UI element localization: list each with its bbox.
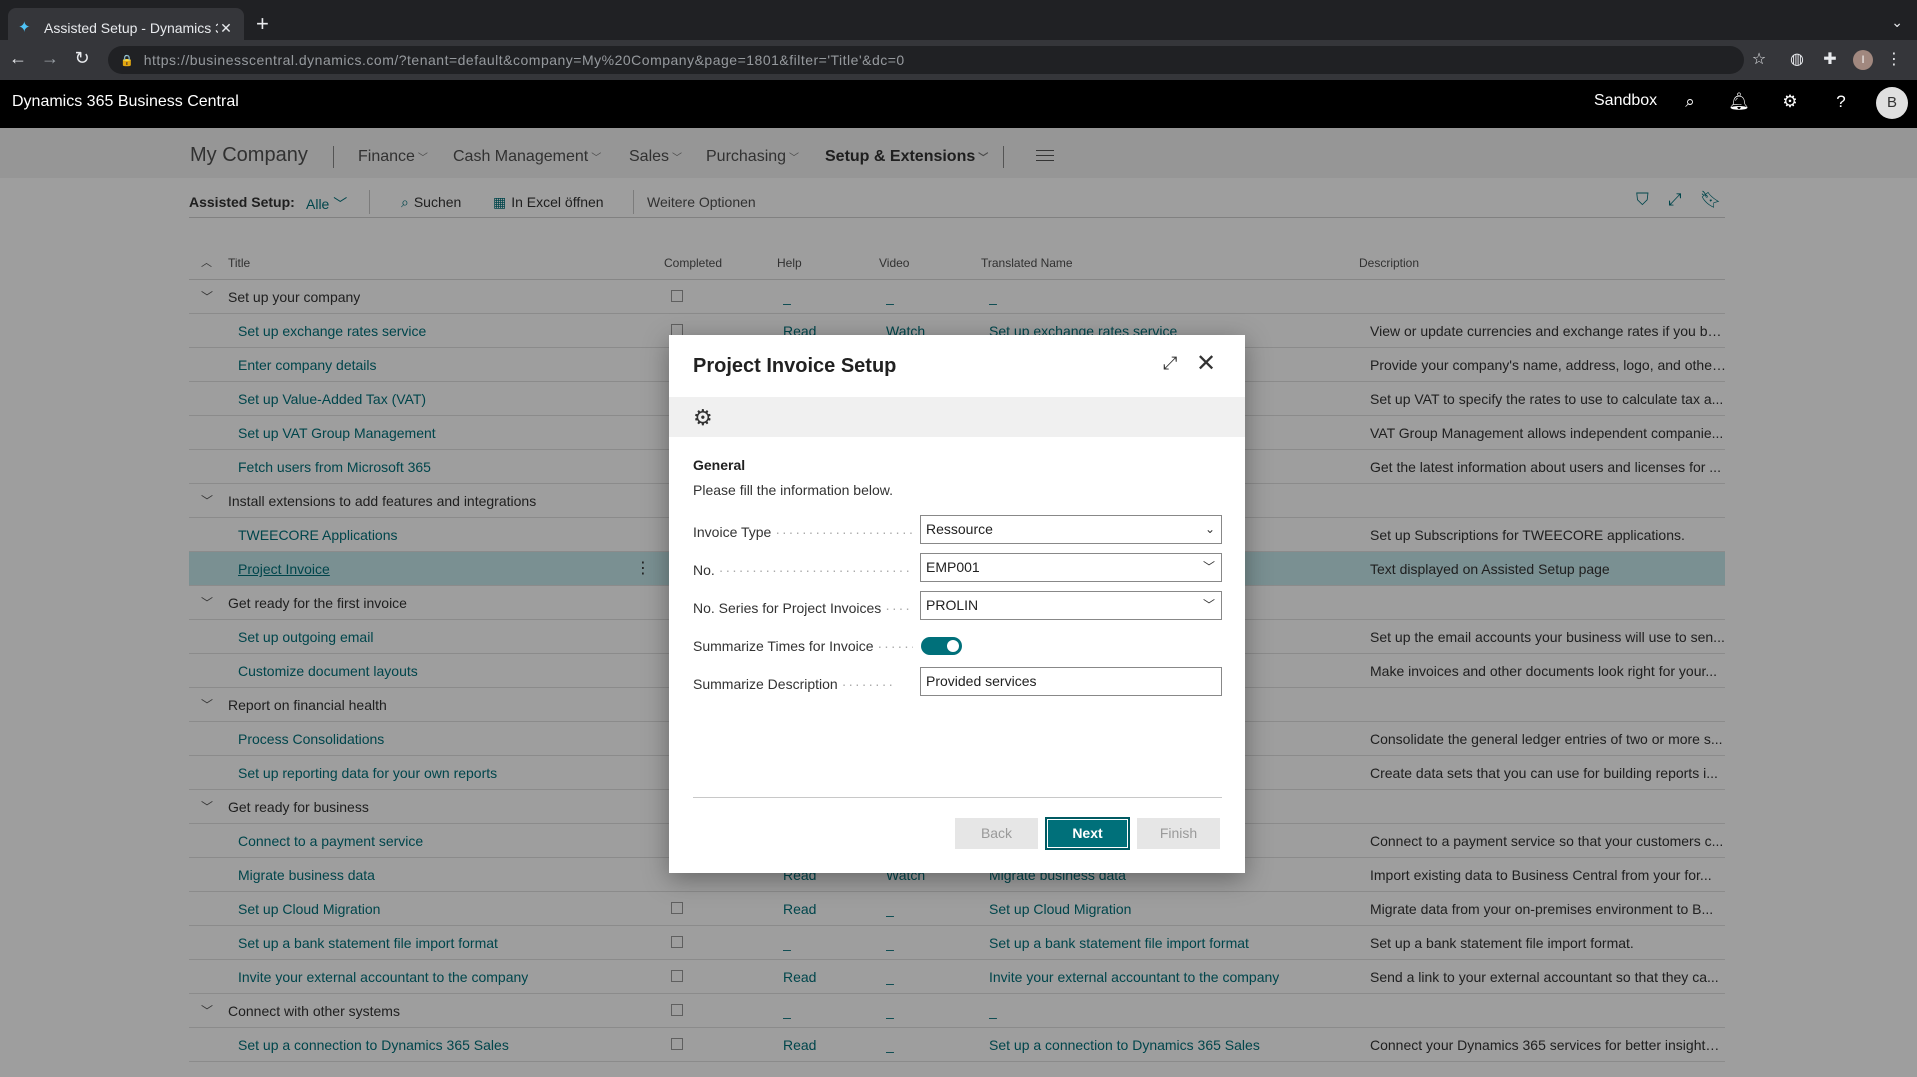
expand-icon[interactable]: ⤢ [1163, 353, 1177, 374]
summarize-times-label: Summarize Times for Invoice········· [693, 638, 913, 654]
profile-avatar[interactable]: I [1853, 50, 1873, 70]
tab-search-chevron-icon[interactable]: ⌄ [1891, 14, 1903, 31]
no-field[interactable]: EMP001 ﹀ [920, 553, 1222, 582]
invoice-type-label: Invoice Type·························· [693, 524, 913, 540]
back-arrow-icon[interactable]: ← [6, 48, 30, 69]
dialog-divider [693, 797, 1222, 798]
forward-arrow-icon[interactable]: → [38, 48, 62, 69]
url-text: https://businesscentral.dynamics.com/?te… [143, 52, 905, 68]
no-series-label: No. Series for Project Invoices······· [693, 600, 913, 616]
browser-menu-icon[interactable]: ⋮ [1883, 49, 1905, 69]
app-header: Dynamics 365 Business Central Sandbox ⌕ … [0, 80, 1917, 128]
lock-icon: 🔒 [120, 54, 134, 67]
search-icon[interactable]: ⌕ [1678, 92, 1702, 112]
help-icon[interactable]: ? [1829, 92, 1853, 112]
tab-close-icon[interactable]: ✕ [218, 20, 234, 37]
section-instructions: Please fill the information below. [693, 482, 893, 498]
summarize-description-label: Summarize Description ········ [693, 676, 896, 692]
dynamics-favicon-icon: ✦ [18, 19, 31, 36]
dialog-banner: ⚙ [669, 397, 1245, 437]
gear-icon: ⚙ [693, 405, 713, 430]
dialog-title: Project Invoice Setup [693, 355, 897, 377]
back-button[interactable]: Back [955, 818, 1038, 849]
puzzle-extensions-icon[interactable]: ✚ [1819, 49, 1841, 69]
project-invoice-setup-dialog: Project Invoice Setup ⤢ ✕ ⚙ General Plea… [669, 335, 1245, 873]
extension-icon[interactable]: ◍ [1786, 49, 1808, 69]
chevron-down-icon: ﹀ [1202, 560, 1215, 574]
section-title: General [693, 457, 746, 473]
close-icon[interactable]: ✕ [1196, 349, 1216, 378]
bell-icon[interactable]: 🔔︎ [1727, 92, 1751, 112]
browser-toolbar: ← → ↻ 🔒 https://businesscentral.dynamics… [0, 40, 1917, 80]
new-tab-icon[interactable]: + [256, 12, 269, 36]
tab-title: Assisted Setup - Dynamics 365 [44, 20, 218, 36]
no-series-field[interactable]: PROLIN ﹀ [920, 591, 1222, 620]
summarize-times-toggle[interactable] [921, 637, 962, 655]
reload-icon[interactable]: ↻ [70, 48, 94, 69]
app-title[interactable]: Dynamics 365 Business Central [12, 93, 239, 111]
no-label: No. ······························ [693, 562, 913, 578]
chevron-down-icon: ﹀ [1202, 598, 1215, 612]
environment-label: Sandbox [1594, 92, 1658, 109]
bookmark-star-icon[interactable]: ☆ [1748, 49, 1770, 69]
chevron-down-icon: ⌄ [1204, 522, 1215, 536]
invoice-type-select[interactable]: Ressource ⌄ [920, 515, 1222, 544]
summarize-description-field[interactable]: Provided services [920, 667, 1222, 696]
address-bar[interactable]: 🔒 https://businesscentral.dynamics.com/?… [108, 46, 1744, 74]
gear-icon[interactable]: ⚙ [1778, 92, 1802, 112]
user-avatar[interactable]: B [1876, 87, 1908, 119]
next-button[interactable]: Next [1045, 817, 1130, 850]
finish-button[interactable]: Finish [1137, 818, 1220, 849]
